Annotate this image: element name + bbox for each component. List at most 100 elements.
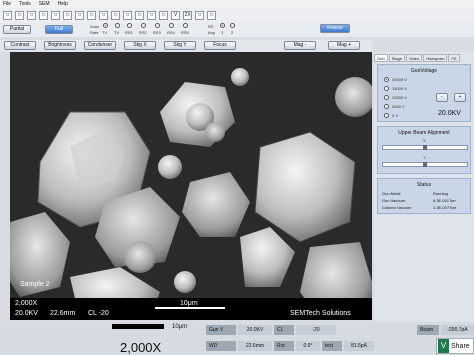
beam-y-thumb[interactable]: [423, 162, 427, 167]
scan-radio-5[interactable]: [155, 23, 160, 28]
scan-option-label: TV: [102, 30, 108, 35]
overlay-wd: 22.6mm: [50, 310, 76, 317]
camera-icon[interactable]: □: [195, 10, 204, 20]
grid-icon[interactable]: □: [123, 10, 132, 20]
zoom-2x-icon[interactable]: 2X: [183, 10, 192, 20]
tab-fe[interactable]: FE: [448, 54, 460, 62]
brightness-button[interactable]: Brightness: [44, 41, 76, 50]
line-icon[interactable]: □: [87, 10, 96, 20]
gun-voltage-radio-1[interactable]: [384, 77, 389, 82]
gun-voltage-radio-3[interactable]: [384, 95, 389, 100]
scan-radio-4[interactable]: [141, 23, 146, 28]
status-value: 6.3E-011Torr: [433, 198, 456, 203]
share-label: Share: [451, 342, 470, 350]
avg-radio-2[interactable]: [230, 23, 235, 28]
tab-gun[interactable]: Gun: [374, 54, 388, 62]
text-value: 81.5pA: [344, 341, 374, 351]
copy-icon[interactable]: □: [51, 10, 60, 20]
menu-help[interactable]: Help: [58, 1, 68, 7]
avg-label: Avg: [208, 30, 215, 35]
measure-icon[interactable]: □: [63, 10, 72, 20]
gun-voltage-radio-5[interactable]: [384, 113, 389, 118]
scan-radio-6[interactable]: [169, 23, 174, 28]
menu-file[interactable]: File: [3, 1, 11, 7]
snapshot-icon[interactable]: □: [207, 10, 216, 20]
cl-value: -20: [296, 325, 336, 335]
check-icon[interactable]: V: [171, 10, 180, 20]
new-icon[interactable]: □: [3, 10, 12, 20]
histogram-icon[interactable]: □: [147, 10, 156, 20]
gun-voltage-option: 15000 V: [392, 86, 407, 91]
beam-label: Beam: [417, 325, 439, 335]
gun-voltage-option: 0 V: [392, 113, 399, 118]
contrast-button[interactable]: Contrast: [4, 41, 36, 50]
rate-label: Rate: [90, 30, 99, 35]
tab-histogram[interactable]: Histogram: [423, 54, 448, 62]
adjust-controls: Contrast Brightness Condenser Stig X Sti…: [0, 40, 372, 52]
rot-value: 0.0°: [296, 341, 320, 351]
status-key: Gun Mode: [382, 191, 401, 196]
scan-radio-1[interactable]: [103, 23, 108, 28]
gun-v-label: Gun V: [206, 325, 236, 335]
gun-voltage-plus-button[interactable]: +: [454, 93, 466, 102]
menu-tools[interactable]: Tools: [19, 1, 31, 7]
print-icon[interactable]: □: [39, 10, 48, 20]
tab-video[interactable]: Video: [406, 54, 423, 62]
arrow-icon[interactable]: □: [99, 10, 108, 20]
menu-bar: File Tools SEM Help: [0, 0, 474, 8]
scan-option-label: RS1: [125, 30, 133, 35]
menu-sem[interactable]: SEM: [39, 1, 50, 7]
scan-option-label: TV: [114, 30, 120, 35]
gun-voltage-minus-button[interactable]: -: [436, 93, 448, 102]
settings-icon[interactable]: □: [159, 10, 168, 20]
scale-bar: [155, 307, 225, 309]
overlay-cl: CL -20: [88, 310, 109, 317]
tab-stage[interactable]: Stage: [388, 54, 406, 62]
partial-button[interactable]: Partial: [3, 25, 31, 34]
scan-radio-7[interactable]: [183, 23, 188, 28]
image-info-bar: 2,000X 20.0KV 22.6mm CL -20 10μm SEMTech…: [10, 298, 372, 320]
gun-voltage-radio-2[interactable]: [384, 86, 389, 91]
overlay-scale: 10μm: [180, 300, 198, 307]
freeze-button[interactable]: Freeze: [320, 24, 350, 33]
focus-button[interactable]: Focus: [204, 41, 236, 50]
bottom-scale-bar: [112, 324, 164, 329]
gun-voltage-option: 10000 V: [392, 95, 407, 100]
mag-plus-button[interactable]: Mag +: [328, 41, 360, 50]
beam-alignment-panel: Upper Beam Alignment X Y: [377, 126, 471, 174]
mag-minus-button[interactable]: Mag -: [284, 41, 316, 50]
stig-y-button[interactable]: Stig Y: [164, 41, 196, 50]
overlay-mag: 2,000X: [15, 300, 38, 307]
avg-option-label: 1: [221, 30, 224, 35]
gun-v-value: 20.0KV: [238, 325, 272, 335]
sem-image-viewport[interactable]: Sample 2: [10, 52, 372, 320]
status-title: Status: [416, 182, 432, 188]
cross-icon[interactable]: □: [111, 10, 120, 20]
scan-option-label: RS5: [181, 30, 189, 35]
cl-label: CL: [274, 325, 294, 335]
save-icon[interactable]: □: [27, 10, 36, 20]
gun-voltage-option: 20000 V: [392, 77, 407, 82]
avg-radio-1[interactable]: [220, 23, 225, 28]
beam-x-slider[interactable]: [382, 145, 468, 150]
scan-controls: Partial Full Scan Rate TV TV RS1 RS2 RS3…: [0, 22, 474, 37]
scan-radio-2[interactable]: [115, 23, 120, 28]
text-icon[interactable]: □: [75, 10, 84, 20]
beam-y-slider[interactable]: [382, 162, 468, 167]
avg-option-label: 2: [231, 30, 234, 35]
zoom-icon[interactable]: □: [135, 10, 144, 20]
scan-option-label: RS2: [139, 30, 147, 35]
open-icon[interactable]: □: [15, 10, 24, 20]
condenser-button[interactable]: Condenser: [84, 41, 116, 50]
beam-x-thumb[interactable]: [423, 145, 427, 150]
scan-radio-3[interactable]: [127, 23, 132, 28]
gun-voltage-radio-4[interactable]: [384, 104, 389, 109]
stig-x-button[interactable]: Stig X: [124, 41, 156, 50]
share-button[interactable]: V Share: [436, 338, 474, 354]
full-button[interactable]: Full: [45, 25, 73, 34]
gun-voltage-option: 5000 V: [392, 104, 405, 109]
status-key: Gun Vacuum: [382, 198, 406, 203]
gun-voltage-value: 20.0KV: [438, 110, 461, 117]
bottom-mag-display: 2,000X: [120, 340, 162, 355]
beam-y-label: Y: [423, 155, 426, 160]
